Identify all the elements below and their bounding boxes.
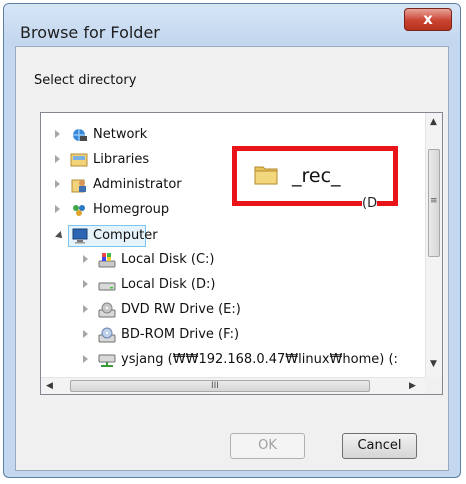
- expanded-arrow-icon[interactable]: [55, 231, 65, 241]
- user-folder-icon: [70, 177, 88, 193]
- vertical-scroll-thumb[interactable]: ≡: [428, 149, 440, 257]
- tree-item-label: Homegroup: [93, 202, 170, 217]
- collapsed-arrow-icon[interactable]: [55, 130, 60, 138]
- collapsed-arrow-icon[interactable]: [83, 280, 88, 288]
- network-icon: [70, 127, 88, 143]
- collapsed-arrow-icon[interactable]: [55, 155, 60, 163]
- horizontal-scroll-thumb[interactable]: III: [70, 380, 370, 392]
- tree-item-label: Network: [93, 127, 148, 142]
- scroll-left-button[interactable]: ◀: [46, 381, 53, 391]
- instruction-text: Select directory: [34, 73, 137, 88]
- libraries-icon: [70, 152, 88, 168]
- vertical-scrollbar[interactable]: ▲ ≡ ▼: [425, 113, 442, 377]
- scroll-right-button[interactable]: ▶: [409, 381, 416, 391]
- tree-item-network[interactable]: Network: [53, 125, 393, 147]
- homegroup-icon: [70, 202, 88, 218]
- tree-item-local-disk-c[interactable]: Local Disk (C:): [81, 250, 421, 272]
- tree-item-bd-rom-drive-f[interactable]: BD-ROM Drive (F:): [81, 325, 421, 347]
- partial-text: (D: [362, 196, 378, 211]
- collapsed-arrow-icon[interactable]: [83, 255, 88, 263]
- tree-item-dvd-rw-drive-e[interactable]: DVD RW Drive (E:): [81, 300, 421, 322]
- tree-item-label: Computer: [93, 228, 158, 243]
- tree-item-label: Libraries: [93, 152, 150, 167]
- title-bar[interactable]: Browse for Folder x: [4, 4, 460, 44]
- dvd-drive-icon: [98, 302, 116, 318]
- system-drive-icon: [98, 252, 116, 268]
- dialog-client-area: Select directory Network Libraries Adminis…: [15, 46, 449, 471]
- computer-icon: [71, 228, 89, 244]
- tree-item-label: ysjang (₩₩192.168.0.47₩linux₩home) (:: [121, 352, 398, 367]
- cancel-button[interactable]: Cancel: [342, 433, 417, 459]
- drive-icon: [98, 277, 116, 293]
- tree-item-label: Local Disk (C:): [121, 252, 215, 267]
- tree-item-local-disk-d[interactable]: Local Disk (D:): [81, 275, 421, 297]
- scroll-up-button[interactable]: ▲: [430, 117, 437, 127]
- collapsed-arrow-icon[interactable]: [55, 180, 60, 188]
- horizontal-scrollbar[interactable]: ◀ III ▶: [41, 377, 425, 394]
- network-drive-icon: [98, 352, 116, 368]
- horizontal-grip-icon: III: [211, 381, 219, 391]
- tree-item-label: Local Disk (D:): [121, 277, 216, 292]
- collapsed-arrow-icon[interactable]: [83, 330, 88, 338]
- browse-for-folder-dialog: Browse for Folder x Select directory Net…: [3, 3, 461, 478]
- collapsed-arrow-icon[interactable]: [55, 205, 60, 213]
- tree-item-ysjang-192-168-0-47-linux-home[interactable]: ysjang (₩₩192.168.0.47₩linux₩home) (:: [81, 350, 421, 372]
- folder-name-label: _rec_: [292, 165, 341, 187]
- dialog-title: Browse for Folder: [20, 23, 160, 42]
- vertical-grip-icon: ≡: [430, 196, 438, 206]
- collapsed-arrow-icon[interactable]: [83, 305, 88, 313]
- ok-button[interactable]: OK: [230, 433, 305, 459]
- tree-item-label: DVD RW Drive (E:): [121, 302, 241, 317]
- scroll-down-button[interactable]: ▼: [430, 359, 437, 369]
- tree-item-computer[interactable]: Computer: [55, 225, 158, 247]
- bd-drive-icon: [98, 327, 116, 343]
- folder-icon: [254, 166, 278, 185]
- tree-item-label: BD-ROM Drive (F:): [121, 327, 240, 342]
- collapsed-arrow-icon[interactable]: [83, 355, 88, 363]
- scrollbar-corner: [425, 377, 442, 394]
- close-button[interactable]: x: [404, 8, 452, 31]
- tree-item-label: Administrator: [93, 177, 182, 192]
